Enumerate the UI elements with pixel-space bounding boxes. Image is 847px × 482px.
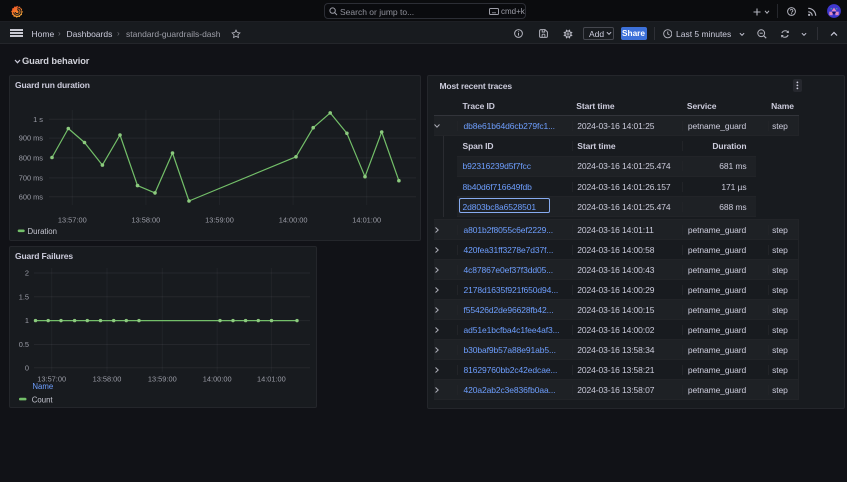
svg-text:Name: Name [32,382,53,391]
svg-text:13:57:00: 13:57:00 [58,215,87,224]
svg-text:13:59:00: 13:59:00 [205,215,234,224]
svg-text:0.5: 0.5 [19,340,29,349]
svg-text:14:00:00: 14:00:00 [203,374,232,383]
svg-text:0: 0 [25,363,29,372]
svg-text:700 ms: 700 ms [19,173,44,182]
svg-text:Count: Count [32,395,54,404]
svg-text:600 ms: 600 ms [19,192,44,201]
svg-text:1: 1 [25,316,29,325]
svg-text:1.5: 1.5 [19,292,29,301]
svg-text:13:58:00: 13:58:00 [132,215,161,224]
svg-text:900 ms: 900 ms [19,134,44,143]
svg-text:14:00:00: 14:00:00 [279,215,308,224]
svg-text:13:58:00: 13:58:00 [93,374,122,383]
svg-text:14:01:00: 14:01:00 [257,374,286,383]
svg-text:Duration: Duration [28,227,57,236]
svg-text:800 ms: 800 ms [19,153,44,162]
svg-text:14:01:00: 14:01:00 [352,215,381,224]
svg-text:1 s: 1 s [33,115,43,124]
svg-text:13:59:00: 13:59:00 [148,374,177,383]
svg-text:2: 2 [25,269,29,278]
